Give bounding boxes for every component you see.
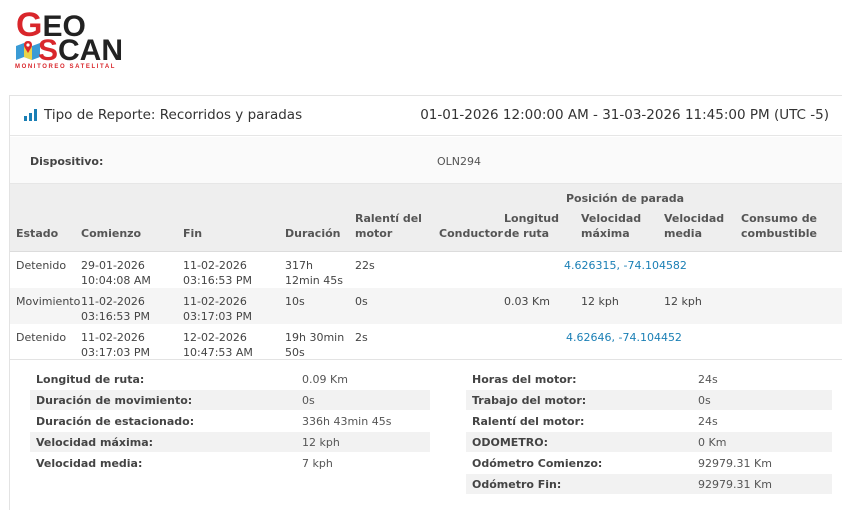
summary-row: Duración de estacionado: 336h 43min 45s	[30, 411, 430, 431]
cell-estado: Detenido	[16, 331, 67, 344]
cell-vel-media: 12 kph	[664, 295, 702, 308]
table-row: Detenido 29-01-2026 10:04:08 AM 11-02-20…	[10, 252, 842, 288]
summary-value: 0.09 Km	[302, 373, 348, 386]
summary-row: Ralentí del motor: 24s	[466, 411, 832, 431]
header-duracion: Duración	[285, 227, 341, 240]
summary-value: 92979.31 Km	[698, 478, 772, 491]
cell-vel-max: 12 kph	[581, 295, 619, 308]
header-posicion-parada: Posición de parada	[566, 192, 685, 205]
header-longitud: Longitud de ruta	[504, 212, 560, 240]
summary-row: Longitud de ruta: 0.09 Km	[30, 369, 430, 389]
cell-duracion: 10s	[285, 295, 305, 308]
cell-duracion: 19h 30min 50s	[285, 331, 345, 359]
table-row: Movimiento 11-02-2026 03:16:53 PM 11-02-…	[10, 288, 842, 324]
summary-value: 24s	[698, 415, 718, 428]
device-label: Dispositivo:	[30, 155, 104, 168]
device-value: OLN294	[437, 155, 482, 168]
summary-row: Trabajo del motor: 0s	[466, 390, 832, 410]
summary-key: Ralentí del motor:	[472, 415, 585, 428]
cell-estado: Detenido	[16, 259, 67, 272]
summary-value: 7 kph	[302, 457, 333, 470]
cell-fin: 11-02-2026 03:17:03 PM	[183, 295, 253, 323]
cell-fin: 11-02-2026 03:16:53 PM	[183, 259, 253, 287]
cell-fin: 12-02-2026 10:47:53 AM	[183, 331, 253, 359]
cell-estado: Movimiento	[16, 295, 81, 308]
summary-value: 24s	[698, 373, 718, 386]
stop-position-link[interactable]: 4.626315, -74.104582	[564, 258, 687, 273]
device-row: Dispositivo: OLN294	[10, 137, 842, 184]
summary-row: Duración de movimiento: 0s	[30, 390, 430, 410]
summary-row: Odómetro Comienzo: 92979.31 Km	[466, 453, 832, 473]
cell-comienzo: 11-02-2026 03:17:03 PM	[81, 331, 151, 359]
table-header: Posición de parada Estado Comienzo Fin D…	[10, 184, 842, 252]
cell-ralenti: 0s	[355, 295, 368, 308]
cell-longitud: 0.03 Km	[504, 295, 550, 308]
map-pin-icon	[16, 41, 40, 60]
geoscan-logo: GEO SCAN MONITOREO SATELITAL	[12, 6, 152, 72]
summary-row: Horas del motor: 24s	[466, 369, 832, 389]
summary-row: Velocidad máxima: 12 kph	[30, 432, 430, 452]
cell-duracion: 317h 12min 45s	[285, 259, 343, 287]
summary-key: Odómetro Fin:	[472, 478, 562, 491]
logo-scan-text: SCAN	[38, 34, 124, 67]
summary-key: Horas del motor:	[472, 373, 577, 386]
summary-key: Duración de movimiento:	[36, 394, 193, 407]
bar-chart-icon	[24, 109, 37, 121]
header-estado: Estado	[16, 227, 59, 240]
header-comienzo: Comienzo	[81, 227, 142, 240]
summary-value: 0s	[698, 394, 711, 407]
cell-comienzo: 11-02-2026 03:16:53 PM	[81, 295, 151, 323]
cell-ralenti: 22s	[355, 259, 375, 272]
summary-key: Velocidad media:	[36, 457, 143, 470]
logo-tagline: MONITOREO SATELITAL	[15, 64, 117, 70]
summary-row: Odómetro Fin: 92979.31 Km	[466, 474, 832, 494]
summary-row: Velocidad media: 7 kph	[30, 453, 430, 473]
cell-comienzo: 29-01-2026 10:04:08 AM	[81, 259, 151, 287]
header-vel-media: Velocidad media	[664, 212, 725, 240]
stop-position-link[interactable]: 4.62646, -74.104452	[566, 330, 682, 345]
summary-value: 336h 43min 45s	[302, 415, 392, 428]
header-ralenti: Ralentí del motor	[355, 212, 422, 240]
table-row: Detenido 11-02-2026 03:17:03 PM 12-02-20…	[10, 324, 842, 360]
summary-value: 0 Km	[698, 436, 727, 449]
summary-key: Velocidad máxima:	[36, 436, 154, 449]
summary-key: Odómetro Comienzo:	[472, 457, 603, 470]
header-consumo: Consumo de combustible	[741, 212, 818, 240]
report-header: Tipo de Reporte: Recorridos y paradas 01…	[10, 96, 842, 136]
header-conductor: Conductor	[439, 227, 503, 240]
cell-ralenti: 2s	[355, 331, 368, 344]
summary-key: Longitud de ruta:	[36, 373, 145, 386]
report-panel: Tipo de Reporte: Recorridos y paradas 01…	[9, 95, 842, 510]
summary-value: 0s	[302, 394, 315, 407]
summary-row: ODOMETRO: 0 Km	[466, 432, 832, 452]
summary-value: 92979.31 Km	[698, 457, 772, 470]
report-title: Tipo de Reporte: Recorridos y paradas	[44, 107, 303, 123]
summary-key: Duración de estacionado:	[36, 415, 195, 428]
header-fin: Fin	[183, 227, 203, 240]
summary-key: Trabajo del motor:	[472, 394, 587, 407]
report-date-range: 01-01-2026 12:00:00 AM - 31-03-2026 11:4…	[420, 107, 829, 123]
header-vel-max: Velocidad máxima	[581, 212, 642, 240]
summary-value: 12 kph	[302, 436, 340, 449]
summary-key: ODOMETRO:	[472, 436, 549, 449]
